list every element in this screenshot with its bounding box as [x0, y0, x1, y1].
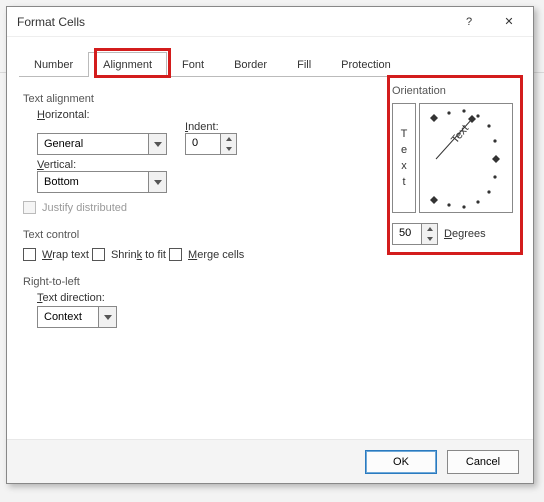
indent-label: Indent:: [185, 121, 237, 133]
orientation-panel: Orientation T e x t: [392, 79, 517, 245]
horizontal-value: General: [38, 138, 148, 150]
shrink-to-fit-checkbox[interactable]: Shrink to fit: [92, 248, 166, 261]
chevron-down-icon: [148, 134, 166, 154]
format-cells-dialog: Format Cells ? ✕ Number Alignment Font B…: [6, 6, 534, 484]
text-direction-value: Context: [38, 311, 98, 323]
chevron-down-icon: [148, 172, 166, 192]
wrap-text-checkbox[interactable]: Wrap text: [23, 248, 89, 261]
rtl-section: Right-to-left: [23, 276, 517, 288]
titlebar: Format Cells ? ✕: [7, 7, 533, 37]
checkbox-icon: [169, 248, 182, 261]
vertical-combo[interactable]: Bottom: [37, 171, 167, 193]
degrees-value: 50: [393, 224, 421, 244]
tab-fill[interactable]: Fill: [282, 52, 326, 77]
close-icon: ✕: [504, 15, 513, 28]
svg-text:Text: Text: [449, 123, 471, 146]
indent-spinner[interactable]: 0: [185, 133, 237, 155]
tab-border[interactable]: Border: [219, 52, 282, 77]
vertical-value: Bottom: [38, 176, 148, 188]
spinner-down-icon[interactable]: [221, 144, 236, 154]
spinner-up-icon[interactable]: [221, 134, 236, 144]
dialog-title: Format Cells: [17, 15, 449, 29]
tab-strip: Number Alignment Font Border Fill Protec…: [19, 51, 521, 77]
degrees-spinner[interactable]: 50: [392, 223, 438, 245]
tab-font[interactable]: Font: [167, 52, 219, 77]
text-direction-label: Text direction:: [37, 292, 517, 304]
indent-value: 0: [186, 134, 220, 154]
horizontal-combo[interactable]: General: [37, 133, 167, 155]
orientation-vertical-box[interactable]: T e x t: [392, 103, 416, 213]
merge-cells-checkbox[interactable]: Merge cells: [169, 248, 244, 261]
help-button[interactable]: ?: [449, 8, 489, 36]
spinner-up-icon[interactable]: [422, 224, 437, 234]
checkbox-icon: [23, 248, 36, 261]
orientation-arc-icon: Text: [420, 104, 514, 214]
tab-protection[interactable]: Protection: [326, 52, 406, 77]
close-button[interactable]: ✕: [489, 8, 529, 36]
checkbox-icon: [92, 248, 105, 261]
ok-button[interactable]: OK: [365, 450, 437, 474]
justify-distributed-checkbox: Justify distributed: [23, 201, 127, 214]
orientation-arc-box[interactable]: Text: [419, 103, 513, 213]
tab-number[interactable]: Number: [19, 52, 88, 77]
cancel-button[interactable]: Cancel: [447, 450, 519, 474]
tab-alignment[interactable]: Alignment: [88, 52, 167, 77]
dialog-footer: OK Cancel: [7, 439, 533, 483]
spinner-down-icon[interactable]: [422, 234, 437, 244]
checkbox-icon: [23, 201, 36, 214]
help-icon: ?: [466, 16, 472, 28]
chevron-down-icon: [98, 307, 116, 327]
degrees-label: Degrees: [444, 228, 486, 240]
text-direction-combo[interactable]: Context: [37, 306, 117, 328]
content-area: Text alignment Horizontal: General Inden…: [7, 77, 533, 455]
orientation-section: Orientation: [392, 85, 517, 97]
